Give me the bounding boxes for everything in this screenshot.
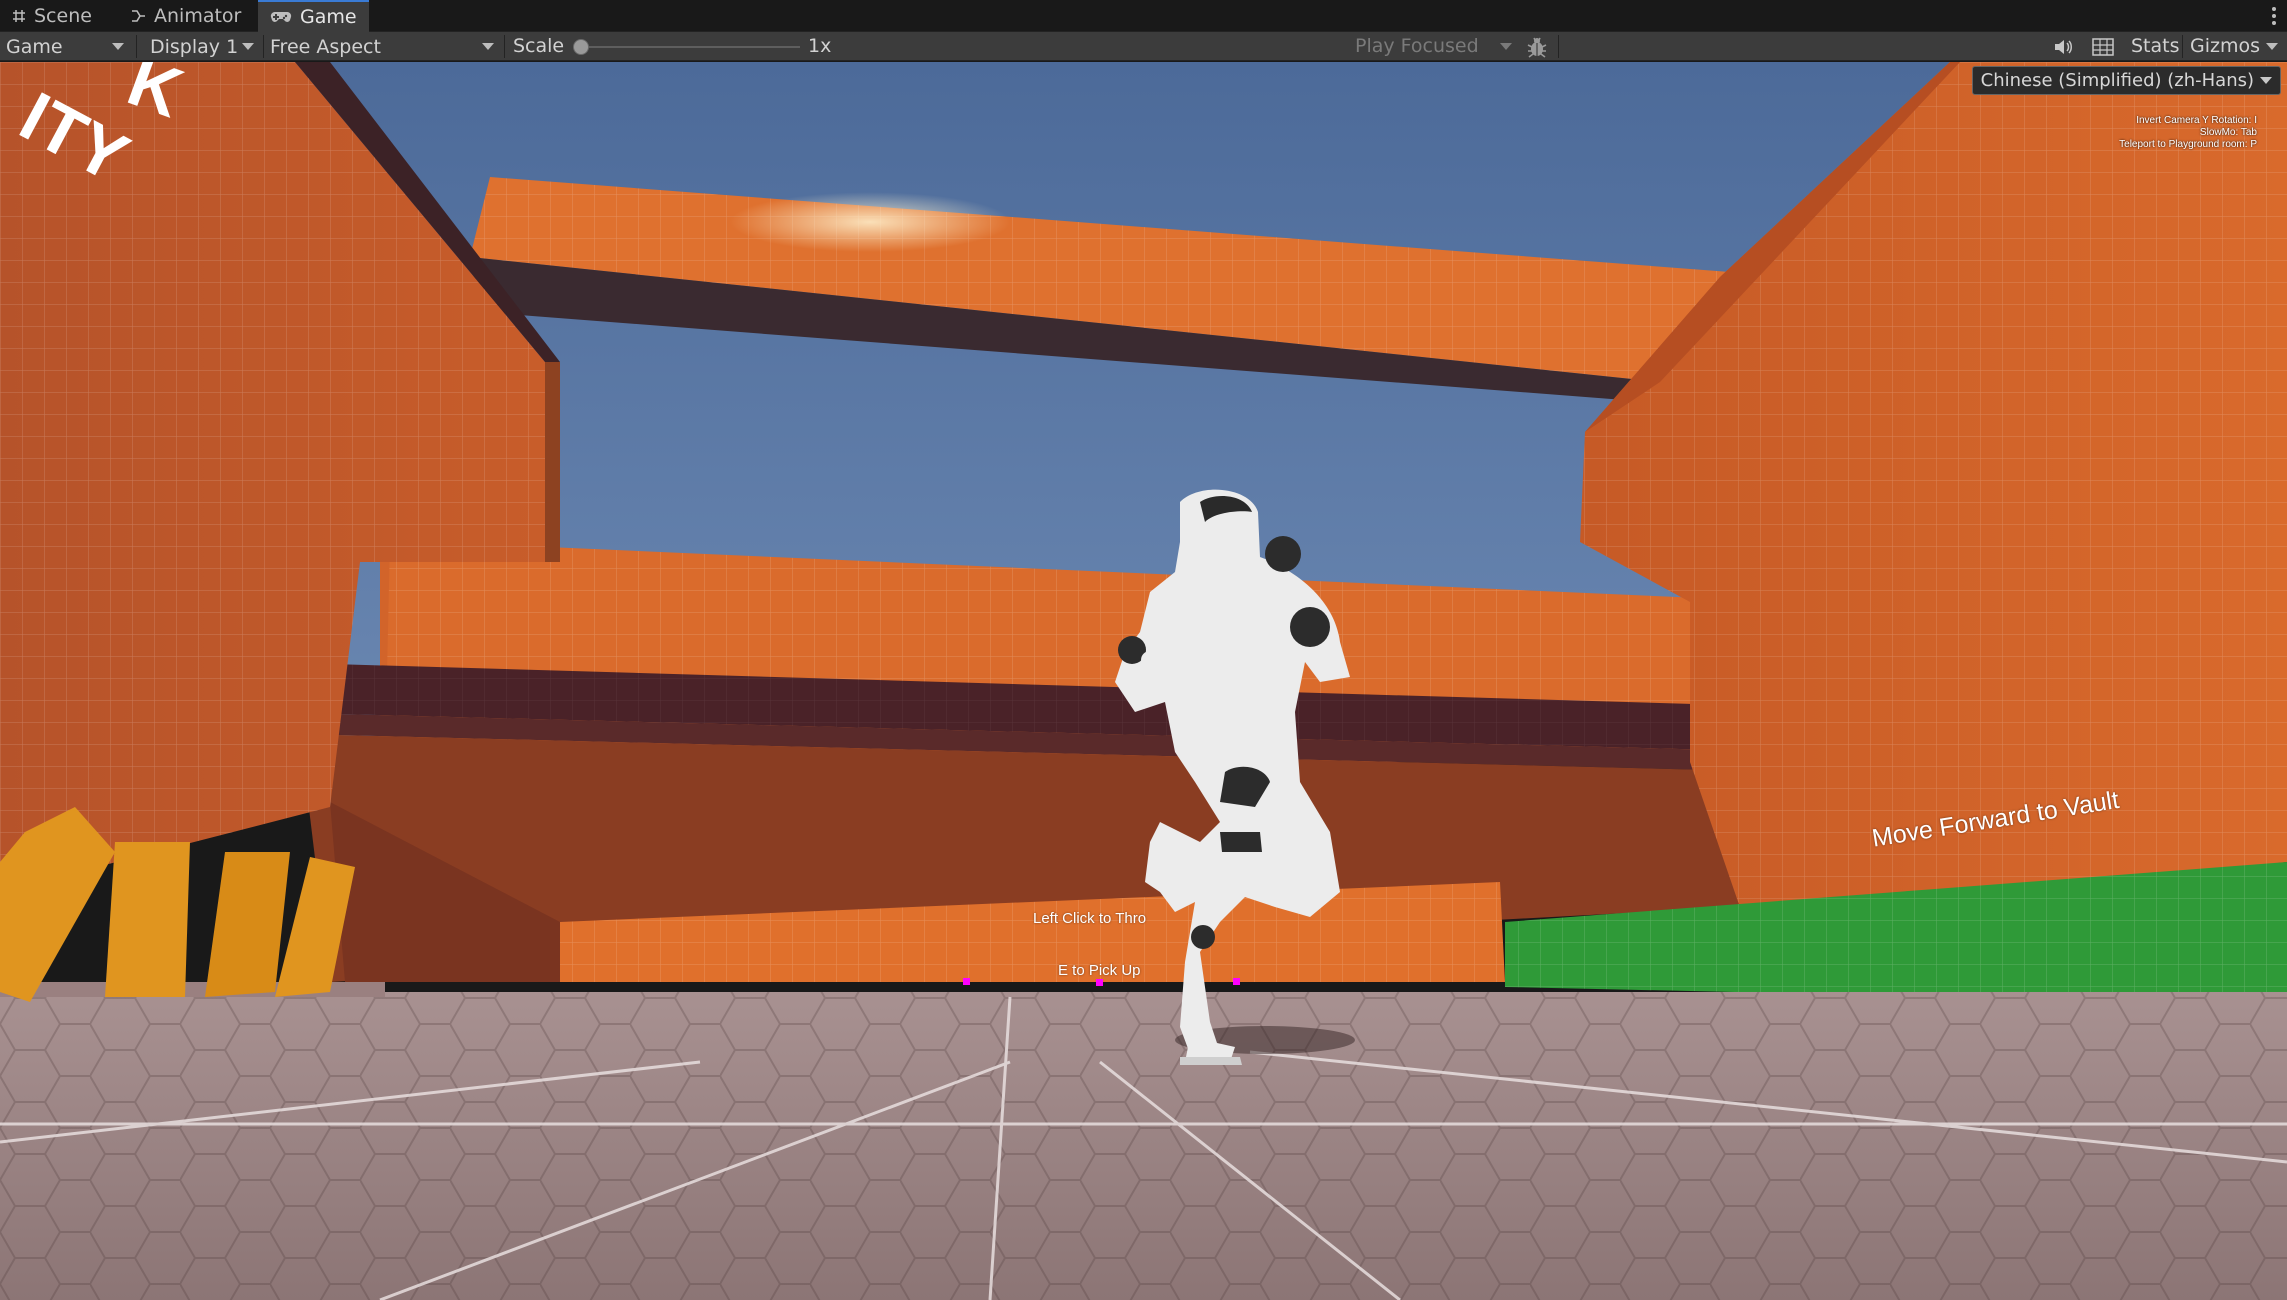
tab-label: Scene — [34, 5, 92, 27]
grid-icon — [12, 9, 26, 23]
tab-scene[interactable]: Scene — [0, 0, 104, 32]
bug-icon[interactable] — [1525, 35, 1549, 59]
gizmos-button[interactable]: Gizmos — [2190, 32, 2260, 61]
divider — [504, 35, 505, 58]
divider — [136, 35, 137, 58]
help-line: Invert Camera Y Rotation: I — [2136, 115, 2257, 126]
chevron-down-icon — [1500, 43, 1512, 50]
chevron-down-icon — [2260, 77, 2272, 84]
chevron-down-icon — [482, 43, 494, 50]
view-mode-dropdown[interactable]: Game — [0, 32, 132, 61]
chevron-down-icon — [242, 43, 254, 50]
help-line: Teleport to Playground room: P — [2119, 139, 2257, 150]
aspect-value: Free Aspect — [270, 35, 381, 58]
kebab-menu-icon[interactable] — [2267, 4, 2281, 28]
chevron-down-icon — [112, 43, 124, 50]
divider — [2182, 35, 2183, 58]
divider — [1558, 35, 1559, 58]
game-toolbar: Game Display 1 Free Aspect Scale 1x Play… — [0, 32, 2287, 61]
display-value: Display 1 — [150, 35, 239, 58]
editor-tab-bar: Scene Animator Game — [0, 0, 2287, 32]
aspect-dropdown[interactable]: Free Aspect — [264, 32, 502, 61]
game-scene-render — [0, 62, 2287, 1300]
gamepad-icon — [270, 10, 292, 24]
display-dropdown[interactable]: Display 1 — [144, 32, 262, 61]
scale-value: 1x — [808, 35, 832, 57]
locale-dropdown[interactable]: Chinese (Simplified) (zh-Hans) — [1971, 66, 2281, 95]
tab-label: Animator — [154, 5, 242, 27]
chevron-down-icon[interactable] — [2266, 43, 2278, 50]
play-mode-dropdown[interactable]: Play Focused — [1355, 32, 1479, 61]
game-viewport[interactable]: K ITY Chinese (Simplified) (zh-Hans) Inv… — [0, 62, 2287, 1300]
scale-slider-track[interactable] — [580, 46, 800, 48]
pickup-hint: E to Pick Up — [1058, 962, 1141, 979]
grid-layout-icon[interactable] — [2090, 35, 2116, 59]
tab-animator[interactable]: Animator — [118, 0, 253, 32]
animator-icon — [130, 9, 146, 23]
stats-button[interactable]: Stats — [2131, 32, 2180, 61]
tab-game[interactable]: Game — [258, 0, 369, 32]
locale-value: Chinese (Simplified) (zh-Hans) — [1980, 70, 2254, 91]
scale-label: Scale — [513, 35, 565, 57]
speaker-icon[interactable] — [2050, 35, 2076, 59]
help-line: SlowMo: Tab — [2199, 127, 2257, 138]
scale-slider-handle[interactable] — [573, 39, 589, 55]
throw-hint: Left Click to Thro — [1033, 910, 1147, 927]
controls-help: Invert Camera Y Rotation: I SlowMo: Tab … — [2119, 115, 2257, 151]
view-mode-value: Game — [6, 35, 63, 58]
tab-label: Game — [300, 6, 357, 28]
